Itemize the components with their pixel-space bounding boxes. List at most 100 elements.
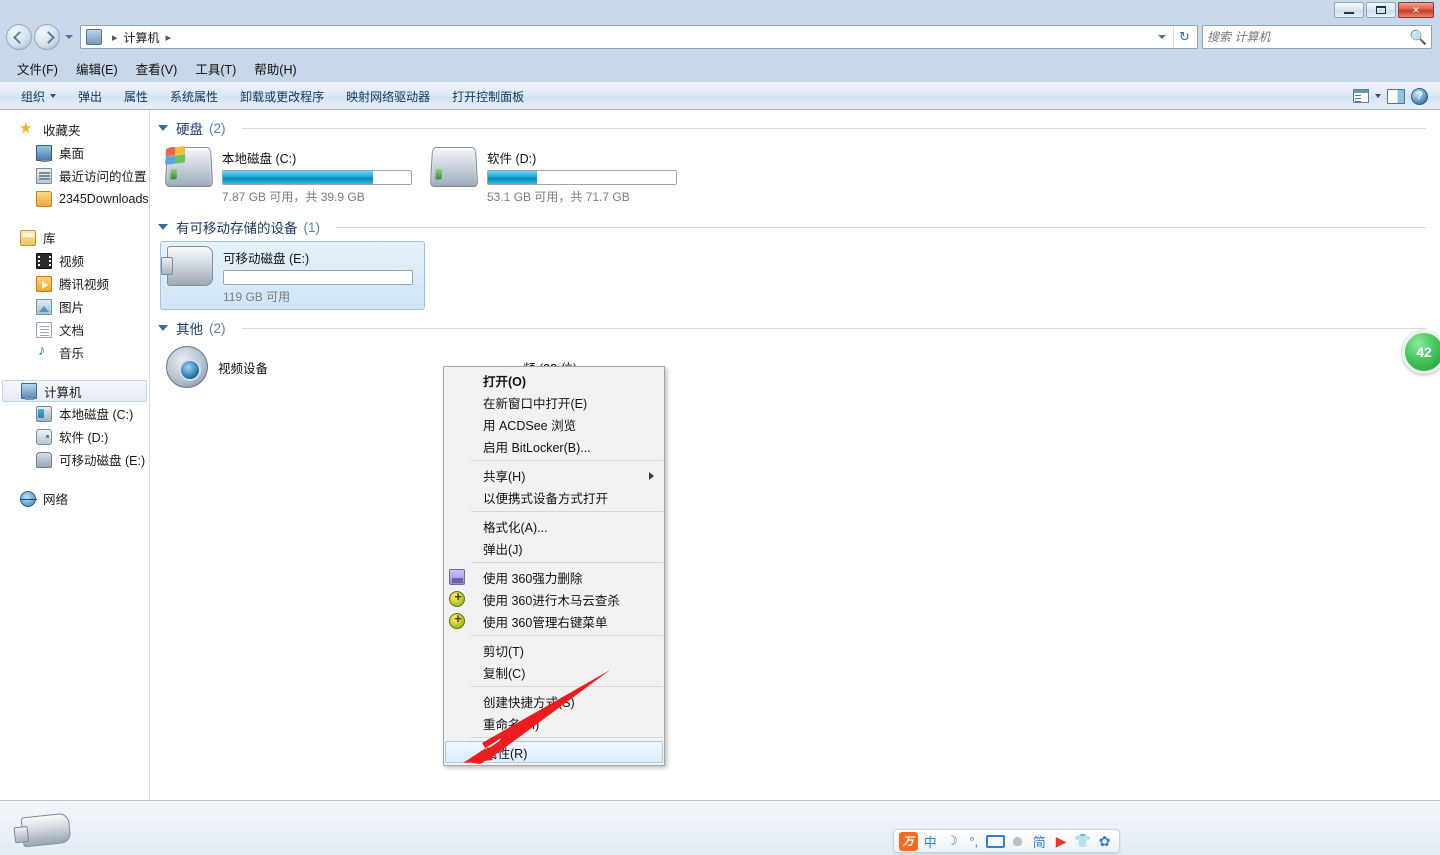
sidebar-label: 可移动磁盘 (E:) (59, 454, 146, 468)
group-header-other[interactable]: 其他 (2) (150, 310, 1440, 342)
sidebar-item-videos[interactable]: 视频 (0, 249, 149, 272)
sidebar-item-removable-disk-e[interactable]: 可移动磁盘 (E:) (0, 448, 149, 471)
drive-item-c[interactable]: 本地磁盘 (C:) 7.87 GB 可用，共 39.9 GB (160, 142, 425, 209)
context-menu-item[interactable]: 在新窗口中打开(E) (444, 391, 664, 413)
address-bar[interactable]: ▸ 计算机 ▸ ↻ (80, 25, 1198, 49)
sidebar-item-computer[interactable]: 计算机 (2, 380, 147, 402)
search-input[interactable] (1207, 30, 1410, 44)
context-menu-item[interactable]: 弹出(J) (444, 537, 664, 559)
toolbar-eject[interactable]: 弹出 (67, 85, 113, 108)
star-icon (19, 119, 36, 138)
breadcrumb-computer[interactable]: 计算机 (124, 29, 160, 46)
context-menu-item[interactable]: 复制(C) (444, 661, 664, 683)
context-menu-label: 启用 BitLocker(B)... (483, 440, 591, 455)
skin-icon[interactable]: 👕 (1073, 832, 1092, 851)
toolbar-properties[interactable]: 属性 (113, 85, 159, 108)
sidebar-item-local-disk-c[interactable]: 本地磁盘 (C:) (0, 402, 149, 425)
search-box[interactable]: 🔍 (1202, 25, 1432, 49)
capacity-bar (222, 170, 412, 185)
moon-icon[interactable]: ☽ (943, 832, 962, 851)
context-menu-item[interactable]: 启用 BitLocker(B)... (444, 435, 664, 457)
view-mode-icon[interactable] (1353, 89, 1369, 103)
sidebar-item-libraries[interactable]: 库 (0, 226, 149, 249)
sidebar-item-documents[interactable]: 文档 (0, 318, 149, 341)
sidebar-item-tencent-video[interactable]: 腾讯视频 (0, 272, 149, 295)
computer-icon (86, 29, 102, 45)
device-item-video[interactable]: 视频设备 (160, 342, 425, 392)
toolbar-organize[interactable]: 组织 (10, 85, 67, 108)
toolbar-open-control-panel[interactable]: 打开控制面板 (441, 85, 535, 108)
preview-pane-icon[interactable] (1387, 88, 1405, 104)
close-button[interactable]: ✕ (1398, 2, 1434, 18)
user-icon[interactable] (1008, 832, 1027, 851)
menu-view[interactable]: 查看(V) (127, 57, 187, 80)
usb-drive-icon (161, 246, 213, 286)
context-menu-item[interactable]: 用 ACDSee 浏览 (444, 413, 664, 435)
ime-toolbar[interactable]: 万 中 ☽ °, 简 ▶ 👕 ✿ (893, 829, 1120, 853)
menu-tools[interactable]: 工具(T) (186, 57, 245, 80)
menu-help[interactable]: 帮助(H) (245, 57, 305, 80)
context-menu-item[interactable]: 使用 360进行木马云查杀 (444, 588, 664, 610)
menu-separator (471, 737, 663, 738)
chevron-down-icon[interactable] (1375, 94, 1381, 98)
toolbar-map-network-drive[interactable]: 映射网络驱动器 (335, 85, 441, 108)
sidebar-item-software-d[interactable]: 软件 (D:) (0, 425, 149, 448)
divider (241, 127, 1426, 129)
gear-icon[interactable]: ✿ (1095, 832, 1114, 851)
punctuation-icon[interactable]: °, (964, 832, 983, 851)
group-header-removable-storage[interactable]: 有可移动存储的设备 (1) (150, 209, 1440, 241)
context-menu-item[interactable]: 格式化(A)... (444, 515, 664, 537)
breadcrumb-separator-2[interactable]: ▸ (166, 31, 172, 44)
sidebar-item-2345downloads[interactable]: 2345Downloads (0, 187, 149, 210)
context-menu-label: 在新窗口中打开(E) (483, 396, 588, 411)
collapse-triangle-icon[interactable] (158, 125, 168, 131)
collapse-triangle-icon[interactable] (158, 325, 168, 331)
menu-file[interactable]: 文件(F) (8, 57, 67, 80)
drive-item-e[interactable]: 可移动磁盘 (E:) 119 GB 可用 (160, 241, 425, 310)
status-badge[interactable]: 42 (1402, 330, 1440, 374)
refresh-button[interactable]: ↻ (1173, 26, 1195, 48)
context-menu-item[interactable]: 重命名(M) (444, 712, 664, 734)
sidebar-item-pictures[interactable]: 图片 (0, 295, 149, 318)
sidebar-item-recent-places[interactable]: 最近访问的位置 (0, 164, 149, 187)
drive-item-d[interactable]: 软件 (D:) 53.1 GB 可用，共 71.7 GB (425, 142, 690, 209)
sidebar-item-desktop[interactable]: 桌面 (0, 141, 149, 164)
sidebar-label: 软件 (D:) (59, 431, 109, 445)
sidebar-item-favorites[interactable]: 收藏夹 (0, 118, 149, 141)
sogou-logo-icon[interactable]: 万 (899, 831, 918, 851)
context-menu-item[interactable]: 属性(R) (445, 741, 663, 763)
minimize-button[interactable] (1334, 2, 1364, 18)
maximize-button[interactable] (1366, 2, 1396, 18)
context-menu-item[interactable]: 打开(O) (444, 369, 664, 391)
recent-pages-button[interactable] (62, 24, 76, 50)
address-dropdown-button[interactable] (1153, 26, 1171, 48)
context-menu[interactable]: 打开(O) 在新窗口中打开(E) 用 ACDSee 浏览启用 BitLocker(B… (443, 366, 665, 766)
sidebar-label: 2345Downloads (59, 191, 149, 206)
drive-capacity-text: 7.87 GB 可用，共 39.9 GB (222, 190, 365, 204)
file-list-pane[interactable]: 硬盘 (2) 本地磁盘 (C:) 7.87 GB 可用，共 39.9 GB 软件… (150, 110, 1440, 800)
group-header-hard-disks[interactable]: 硬盘 (2) (150, 110, 1440, 142)
collapse-triangle-icon[interactable] (158, 224, 168, 230)
context-menu-item[interactable]: 使用 360管理右键菜单 (444, 610, 664, 632)
forward-button[interactable] (34, 24, 60, 50)
back-button[interactable] (6, 24, 32, 50)
menu-edit[interactable]: 编辑(E) (67, 57, 127, 80)
chinese-mode-icon[interactable]: 中 (921, 832, 940, 851)
video-red-icon[interactable]: ▶ (1052, 832, 1071, 851)
keyboard-icon[interactable] (986, 832, 1006, 851)
help-icon[interactable]: ? (1411, 87, 1428, 105)
toolbar-system-properties[interactable]: 系统属性 (159, 85, 229, 108)
context-menu-item[interactable]: 剪切(T) (444, 639, 664, 661)
context-menu-item[interactable]: 创建快捷方式(S) (444, 690, 664, 712)
sidebar-label: 桌面 (59, 147, 85, 161)
simplified-icon[interactable]: 简 (1030, 832, 1049, 851)
context-menu-item[interactable]: 共享(H) (444, 464, 664, 486)
menu-separator (471, 686, 663, 687)
context-menu-label: 创建快捷方式(S) (483, 695, 575, 710)
context-menu-item[interactable]: 使用 360强力删除 (444, 566, 664, 588)
context-menu-item[interactable]: 以便携式设备方式打开 (444, 486, 664, 508)
sidebar-item-music[interactable]: 音乐 (0, 341, 149, 364)
toolbar-uninstall-change-program[interactable]: 卸载或更改程序 (229, 85, 335, 108)
sidebar-item-network[interactable]: 网络 (0, 487, 149, 510)
